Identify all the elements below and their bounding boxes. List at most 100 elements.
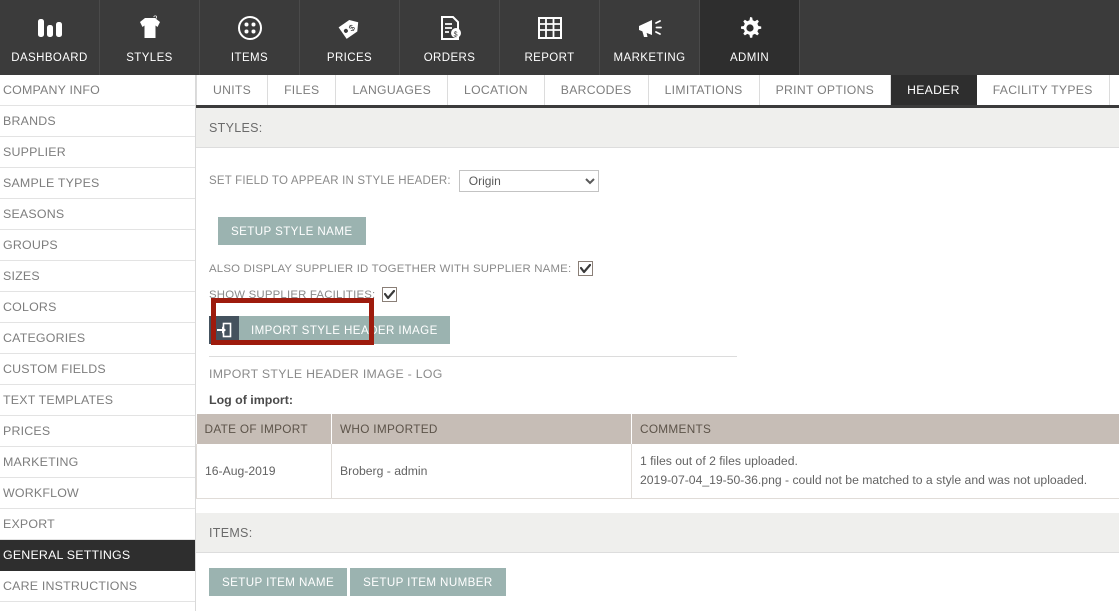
topnav-item-admin[interactable]: ADMIN — [700, 0, 800, 75]
show-facilities-row: SHOW SUPPLIER FACILITIES: — [209, 287, 1106, 302]
sidebar-item-export[interactable]: EXPORT — [0, 509, 195, 540]
column-header-comments[interactable]: COMMENTS — [631, 414, 1119, 444]
items-buttons-row: SETUP ITEM NAME SETUP ITEM NUMBER — [196, 568, 1119, 596]
topnav-item-prices[interactable]: $ PRICES — [300, 0, 400, 75]
tab-files[interactable]: FILES — [268, 75, 337, 105]
bar-chart-icon — [33, 12, 67, 44]
tab-label: FILES — [284, 83, 320, 97]
sidebar-item-categories[interactable]: CATEGORIES — [0, 323, 195, 354]
sub-tab-filler — [1110, 75, 1119, 105]
import-log-table: DATE OF IMPORT WHO IMPORTED COMMENTS 16-… — [196, 414, 1119, 499]
topnav-item-dashboard[interactable]: DASHBOARD — [0, 0, 100, 75]
sub-tab-bar: UNITS FILES LANGUAGES LOCATION BARCODES … — [196, 75, 1119, 108]
sidebar-item-label: SIZES — [3, 269, 40, 283]
sidebar-item-colors[interactable]: COLORS — [0, 292, 195, 323]
topnav-label: REPORT — [524, 51, 575, 64]
cell-who: Broberg - admin — [331, 444, 632, 499]
tab-label: LIMITATIONS — [664, 83, 743, 97]
topnav-label: ITEMS — [230, 51, 269, 64]
topnav-label: ADMIN — [729, 51, 770, 64]
tab-print-options[interactable]: PRINT OPTIONS — [760, 75, 892, 105]
topnav-item-styles[interactable]: 2 STYLES — [100, 0, 200, 75]
items-section-title: ITEMS: — [209, 525, 253, 540]
import-arrow-icon — [209, 316, 239, 344]
tshirt-icon: 2 — [133, 12, 167, 44]
cell-date: 16-Aug-2019 — [196, 444, 332, 499]
tab-limitations[interactable]: LIMITATIONS — [649, 75, 760, 105]
sidebar-item-label: CATEGORIES — [3, 331, 86, 345]
sidebar: COMPANY INFO BRANDS SUPPLIER SAMPLE TYPE… — [0, 75, 196, 611]
checkmark-icon — [384, 289, 396, 299]
sidebar-item-label: BRANDS — [3, 114, 56, 128]
megaphone-icon — [633, 12, 667, 44]
show-facilities-checkbox[interactable] — [382, 287, 398, 302]
import-style-header-image-button[interactable]: IMPORT STYLE HEADER IMAGE — [209, 316, 450, 344]
style-header-field-row: SET FIELD TO APPEAR IN STYLE HEADER: Ori… — [209, 170, 1106, 192]
sidebar-item-brands[interactable]: BRANDS — [0, 106, 195, 137]
topnav-item-report[interactable]: REPORT — [500, 0, 600, 75]
sidebar-item-label: COMPANY INFO — [3, 83, 100, 97]
sidebar-item-supplier[interactable]: SUPPLIER — [0, 137, 195, 168]
cell-comments: 1 files out of 2 files uploaded. 2019-07… — [631, 444, 1119, 499]
tab-facility-types[interactable]: FACILITY TYPES — [977, 75, 1110, 105]
setup-item-number-button[interactable]: SETUP ITEM NUMBER — [350, 568, 506, 596]
checkmark-icon — [580, 263, 592, 273]
sidebar-item-general-settings[interactable]: GENERAL SETTINGS — [0, 540, 195, 571]
sidebar-item-text-templates[interactable]: TEXT TEMPLATES — [0, 385, 195, 416]
tab-languages[interactable]: LANGUAGES — [336, 75, 448, 105]
topnav-item-items[interactable]: ITEMS — [200, 0, 300, 75]
tab-barcodes[interactable]: BARCODES — [545, 75, 649, 105]
sidebar-item-sizes[interactable]: SIZES — [0, 261, 195, 292]
sidebar-item-groups[interactable]: GROUPS — [0, 230, 195, 261]
setup-style-name-button[interactable]: SETUP STYLE NAME — [218, 217, 366, 245]
sidebar-item-label: EXPORT — [3, 517, 55, 531]
sidebar-item-label: TEXT TEMPLATES — [3, 393, 114, 407]
main-content: UNITS FILES LANGUAGES LOCATION BARCODES … — [196, 75, 1119, 611]
price-tag-icon: $ — [333, 12, 367, 44]
sidebar-item-prices[interactable]: PRICES — [0, 416, 195, 447]
table-body: 16-Aug-2019 Broberg - admin 1 files out … — [196, 444, 1119, 499]
invoice-icon: $ — [433, 12, 467, 44]
sidebar-item-label: WORKFLOW — [3, 486, 79, 500]
setup-item-name-button[interactable]: SETUP ITEM NAME — [209, 568, 348, 596]
style-header-field-select[interactable]: Origin — [458, 170, 599, 192]
styles-section-title: STYLES: — [209, 120, 263, 135]
style-header-field-label: SET FIELD TO APPEAR IN STYLE HEADER: — [209, 175, 451, 187]
divider — [209, 356, 737, 357]
topnav-label: DASHBOARD — [11, 51, 88, 64]
sidebar-item-sample-types[interactable]: SAMPLE TYPES — [0, 168, 195, 199]
sidebar-item-label: GROUPS — [3, 238, 58, 252]
styles-pane: SET FIELD TO APPEAR IN STYLE HEADER: Ori… — [196, 170, 1119, 407]
column-header-date[interactable]: DATE OF IMPORT — [196, 414, 332, 444]
tab-label: LANGUAGES — [352, 83, 431, 97]
sidebar-item-label: GENERAL SETTINGS — [3, 548, 131, 562]
sidebar-item-care-instructions[interactable]: CARE INSTRUCTIONS — [0, 571, 195, 602]
tab-label: LOCATION — [464, 83, 528, 97]
sidebar-item-company-info[interactable]: COMPANY INFO — [0, 75, 195, 106]
topnav-item-orders[interactable]: $ ORDERS — [400, 0, 500, 75]
tab-label: FACILITY TYPES — [992, 83, 1093, 97]
tab-header[interactable]: HEADER — [891, 75, 977, 105]
comment-line-2: 2019-07-04_19-50-36.png - could not be m… — [640, 473, 1088, 487]
sidebar-item-seasons[interactable]: SEASONS — [0, 199, 195, 230]
top-navigation: DASHBOARD 2 STYLES ITEMS $ PRICES $ ORDE… — [0, 0, 1119, 75]
tab-location[interactable]: LOCATION — [448, 75, 545, 105]
import-log-heading: IMPORT STYLE HEADER IMAGE - LOG — [209, 367, 443, 381]
tab-label: BARCODES — [560, 83, 632, 97]
sidebar-item-label: SUPPLIER — [3, 145, 66, 159]
sidebar-item-label: CARE INSTRUCTIONS — [3, 579, 138, 593]
table-row[interactable]: 16-Aug-2019 Broberg - admin 1 files out … — [196, 444, 1119, 499]
supplier-id-row: ALSO DISPLAY SUPPLIER ID TOGETHER WITH S… — [209, 261, 1106, 276]
items-section-header: ITEMS: — [196, 513, 1119, 553]
styles-section-header: STYLES: — [196, 108, 1119, 148]
button-icon — [233, 12, 267, 44]
tab-units[interactable]: UNITS — [196, 75, 269, 105]
topnav-label: MARKETING — [613, 51, 686, 64]
sidebar-item-marketing[interactable]: MARKETING — [0, 447, 195, 478]
sidebar-item-workflow[interactable]: WORKFLOW — [0, 478, 195, 509]
sidebar-item-custom-fields[interactable]: CUSTOM FIELDS — [0, 354, 195, 385]
topnav-item-marketing[interactable]: MARKETING — [600, 0, 700, 75]
column-header-who[interactable]: WHO IMPORTED — [331, 414, 632, 444]
supplier-id-checkbox[interactable] — [578, 261, 594, 276]
gear-icon — [733, 12, 767, 44]
